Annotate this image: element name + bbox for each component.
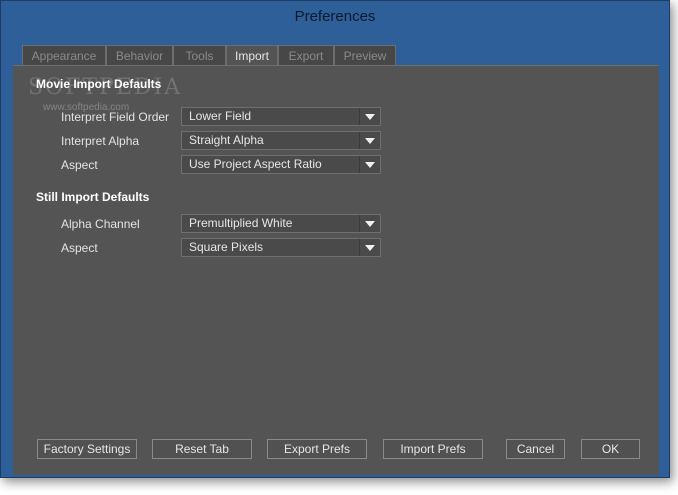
cancel-button[interactable]: Cancel [506,439,565,459]
import-prefs-button[interactable]: Import Prefs [383,439,483,459]
chevron-down-icon[interactable] [359,156,380,173]
select-value: Lower Field [189,109,252,123]
tab-appearance[interactable]: Appearance [22,45,106,65]
interpret-field-order-label: Interpret Field Order [61,110,170,124]
tab-tools[interactable]: Tools [173,45,226,65]
movie-import-defaults-heading: Movie Import Defaults [36,77,162,91]
window-title: Preferences [294,7,376,25]
interpret-alpha-select[interactable]: Straight Alpha [181,131,381,150]
title-bar[interactable]: Preferences [1,1,669,31]
alpha-channel-label: Alpha Channel [61,217,140,231]
tab-export[interactable]: Export [278,45,334,65]
tab-strip: Appearance Behavior Tools Import Export … [22,45,396,66]
preferences-window: Preferences Appearance Behavior Tools Im… [0,0,670,478]
movie-aspect-select[interactable]: Use Project Aspect Ratio [181,155,381,174]
interpret-alpha-label: Interpret Alpha [61,134,140,148]
select-value: Straight Alpha [189,133,264,147]
import-panel: SOFTPEDIA www.softpedia.com Movie Import… [13,65,659,475]
alpha-channel-select[interactable]: Premultiplied White [181,214,381,233]
interpret-field-order-select[interactable]: Lower Field [181,107,381,126]
chevron-down-icon[interactable] [359,132,380,149]
still-aspect-select[interactable]: Square Pixels [181,238,381,257]
chevron-down-icon[interactable] [359,215,380,232]
select-value: Use Project Aspect Ratio [189,157,322,171]
factory-settings-button[interactable]: Factory Settings [37,439,137,459]
select-value: Premultiplied White [189,216,293,230]
export-prefs-button[interactable]: Export Prefs [267,439,367,459]
still-import-defaults-heading: Still Import Defaults [36,190,150,204]
chevron-down-icon[interactable] [359,108,380,125]
reset-tab-button[interactable]: Reset Tab [152,439,252,459]
select-value: Square Pixels [189,240,264,254]
chevron-down-icon[interactable] [359,239,380,256]
tab-preview[interactable]: Preview [334,45,396,65]
still-aspect-label: Aspect [61,241,98,255]
tab-import[interactable]: Import [226,45,278,66]
ok-button[interactable]: OK [581,439,640,459]
movie-aspect-label: Aspect [61,158,98,172]
tab-behavior[interactable]: Behavior [106,45,173,65]
